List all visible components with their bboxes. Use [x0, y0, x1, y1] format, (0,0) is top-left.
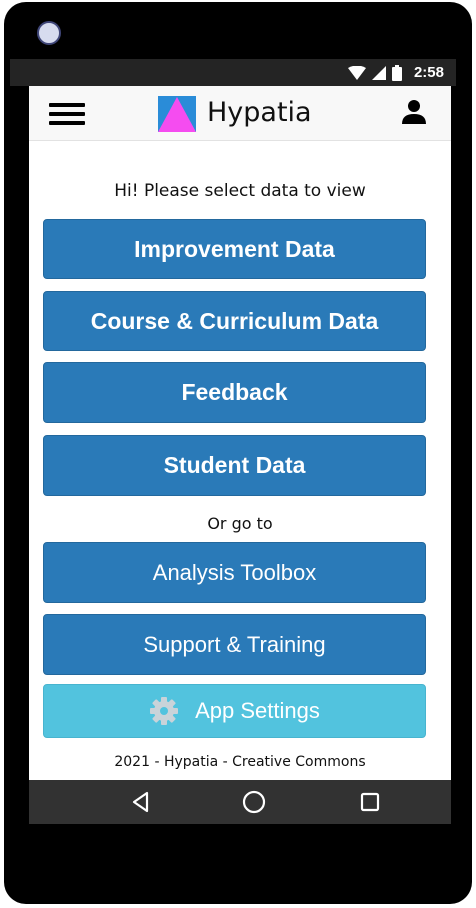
wifi-icon: [347, 65, 366, 80]
app-title: Hypatia: [207, 97, 312, 128]
user-icon[interactable]: [400, 98, 428, 126]
app-screen: Hypatia Hi! Please select data to view I…: [29, 86, 451, 780]
footer-text: 2021 - Hypatia - Creative Commons: [114, 754, 366, 770]
camera-icon: [37, 21, 61, 45]
android-nav-bar: [29, 780, 451, 824]
battery-icon: [391, 64, 402, 81]
student-data-button[interactable]: Student Data: [43, 435, 426, 496]
course-curriculum-data-button[interactable]: Course & Curriculum Data: [43, 291, 426, 351]
back-icon[interactable]: [128, 789, 154, 815]
feedback-button[interactable]: Feedback: [43, 362, 426, 423]
signal-icon: [371, 65, 386, 80]
improvement-data-button[interactable]: Improvement Data: [43, 219, 426, 279]
support-training-button[interactable]: Support & Training: [43, 614, 426, 675]
or-go-to-label: Or go to: [207, 514, 273, 533]
hypatia-logo: [158, 96, 196, 132]
status-bar: 2:58: [10, 59, 456, 86]
app-bar: Hypatia: [29, 86, 451, 141]
prompt-text: Hi! Please select data to view: [114, 181, 366, 201]
app-settings-button[interactable]: App Settings: [43, 684, 426, 738]
hamburger-menu-icon[interactable]: [49, 103, 85, 125]
home-icon[interactable]: [241, 789, 267, 815]
analysis-toolbox-button[interactable]: Analysis Toolbox: [43, 542, 426, 603]
recents-icon[interactable]: [357, 789, 383, 815]
app-settings-label: App Settings: [195, 698, 320, 723]
gear-icon: [150, 697, 179, 725]
clock: 2:58: [413, 64, 444, 81]
